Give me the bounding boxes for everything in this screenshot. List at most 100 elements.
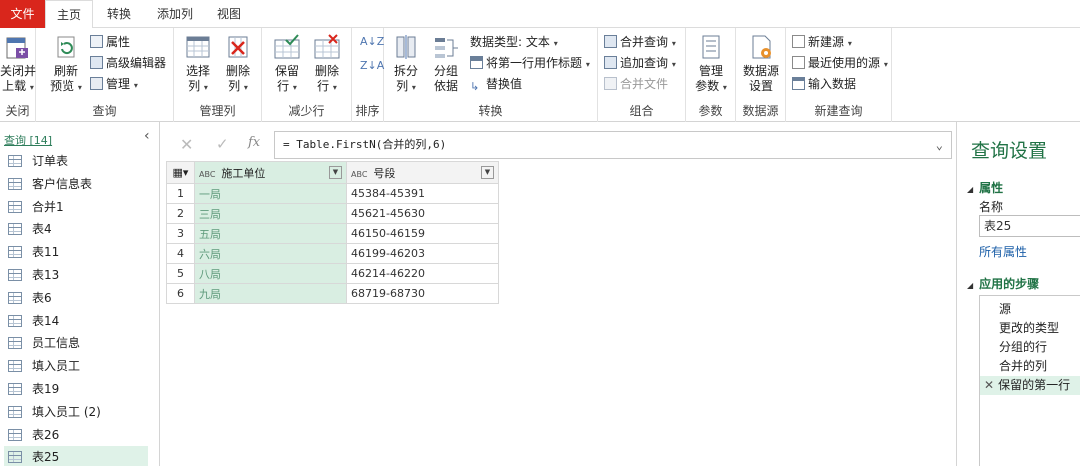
table-row[interactable]: 1 一局 45384-45391 xyxy=(166,183,499,204)
table-icon xyxy=(8,451,22,464)
query-item[interactable]: 填入员工 (2) xyxy=(4,401,148,423)
replace-values-button[interactable]: ↳ 替换值 xyxy=(470,74,522,94)
collapse-chevron-icon[interactable]: ‹ xyxy=(144,128,150,144)
cell-range[interactable]: 68719-68730 xyxy=(346,283,499,304)
formula-input[interactable]: = Table.FirstN(合并的列,6) ⌄ xyxy=(274,131,952,159)
choose-columns-button[interactable]: 选择 列 ▾ xyxy=(180,32,216,95)
applied-step[interactable]: 源 xyxy=(980,300,1080,319)
collapse-triangle-icon[interactable]: ◢ xyxy=(967,185,973,194)
tab-transform[interactable]: 转换 xyxy=(93,0,145,28)
confirm-formula-icon[interactable]: ✓ xyxy=(216,135,229,153)
text-type-icon[interactable]: ABC xyxy=(199,170,215,179)
applied-step[interactable]: 合并的列 xyxy=(980,357,1080,376)
split-column-button[interactable]: 拆分 列 ▾ xyxy=(388,32,424,95)
manage-parameters-button[interactable]: 管理 参数 ▾ xyxy=(690,32,732,95)
tab-file[interactable]: 文件 xyxy=(0,0,45,28)
new-source-button[interactable]: 新建源 ▾ xyxy=(792,32,852,52)
applied-steps-header[interactable]: ◢ 应用的步骤 xyxy=(967,275,1039,292)
row-number[interactable]: 4 xyxy=(166,243,195,264)
remove-rows-button[interactable]: 删除 行 ▾ xyxy=(308,32,346,95)
query-item[interactable]: 表25 xyxy=(4,446,148,466)
cell-unit[interactable]: 五局 xyxy=(194,223,347,244)
applied-step[interactable]: ✕ 保留的第一行 xyxy=(980,376,1080,395)
row-number[interactable]: 2 xyxy=(166,203,195,224)
append-queries-button[interactable]: 追加查询 ▾ xyxy=(604,53,676,73)
expand-formula-chevron-icon[interactable]: ⌄ xyxy=(936,132,943,158)
query-item[interactable]: 表19 xyxy=(4,378,148,400)
query-item-label: 表11 xyxy=(32,245,60,260)
queries-header[interactable]: 查询 [14] xyxy=(4,132,52,148)
query-item[interactable]: 表4 xyxy=(4,218,148,240)
column-header-range[interactable]: ABC 号段 ▼ xyxy=(346,161,499,184)
sort-ascending-button[interactable]: A↓Z xyxy=(360,32,384,52)
cell-unit[interactable]: 六局 xyxy=(194,243,347,264)
sort-descending-button[interactable]: Z↓A xyxy=(360,56,384,76)
use-first-row-button[interactable]: 将第一行用作标题 ▾ xyxy=(470,53,590,73)
cell-range[interactable]: 46199-46203 xyxy=(346,243,499,264)
properties-section-header[interactable]: ◢ 属性 xyxy=(967,179,1003,196)
close-load-button[interactable]: 关闭并 上载 ▾ xyxy=(0,32,36,95)
query-item[interactable]: 表26 xyxy=(4,424,148,446)
query-item[interactable]: 客户信息表 xyxy=(4,173,148,195)
column-header-unit[interactable]: ABC 施工单位 ▼ xyxy=(194,161,347,184)
table-row[interactable]: 5 八局 46214-46220 xyxy=(166,263,499,284)
table-row[interactable]: 2 三局 45621-45630 xyxy=(166,203,499,224)
caret-down-icon: ▾ xyxy=(292,83,297,92)
cell-range[interactable]: 46214-46220 xyxy=(346,263,499,284)
fx-icon[interactable]: fx xyxy=(248,135,260,150)
cell-range[interactable]: 46150-46159 xyxy=(346,223,499,244)
row-number[interactable]: 1 xyxy=(166,183,195,204)
query-name-input[interactable]: 表25 xyxy=(979,215,1080,237)
cancel-formula-icon[interactable]: ✕ xyxy=(180,135,193,154)
group-label-transform: 转换 xyxy=(478,104,503,118)
table-row[interactable]: 3 五局 46150-46159 xyxy=(166,223,499,244)
text-type-icon[interactable]: ABC xyxy=(351,170,367,179)
group-by-button[interactable]: 分组 依据 xyxy=(428,32,464,94)
row-number[interactable]: 5 xyxy=(166,263,195,284)
merge-queries-button[interactable]: 合并查询 ▾ xyxy=(604,32,676,52)
row-number[interactable]: 3 xyxy=(166,223,195,244)
remove-columns-button[interactable]: 删除 列 ▾ xyxy=(220,32,256,95)
keep-rows-button[interactable]: 保留 行 ▾ xyxy=(268,32,306,95)
query-item[interactable]: 表6 xyxy=(4,287,148,309)
filter-dropdown-icon[interactable]: ▼ xyxy=(329,165,342,179)
applied-step[interactable]: 更改的类型 xyxy=(980,319,1080,338)
cell-unit[interactable]: 一局 xyxy=(194,183,347,204)
combine-files-button[interactable]: 合并文件 xyxy=(604,74,668,94)
query-item[interactable]: 表13 xyxy=(4,264,148,286)
table-row[interactable]: 6 九局 68719-68730 xyxy=(166,283,499,304)
refresh-preview-button[interactable]: 刷新 预览 ▾ xyxy=(46,32,86,95)
tab-add-column[interactable]: 添加列 xyxy=(145,0,205,28)
enter-data-button[interactable]: 输入数据 xyxy=(792,74,856,94)
query-item[interactable]: 表11 xyxy=(4,241,148,263)
row-number[interactable]: 6 xyxy=(166,283,195,304)
delete-step-icon[interactable]: ✕ xyxy=(984,378,994,392)
recent-sources-button[interactable]: 最近使用的源 ▾ xyxy=(792,53,888,73)
cell-range[interactable]: 45621-45630 xyxy=(346,203,499,224)
cell-unit[interactable]: 三局 xyxy=(194,203,347,224)
table-row[interactable]: 4 六局 46199-46203 xyxy=(166,243,499,264)
cell-unit[interactable]: 八局 xyxy=(194,263,347,284)
manage-icon xyxy=(90,77,103,90)
tab-view[interactable]: 视图 xyxy=(205,0,253,28)
query-item[interactable]: 员工信息 xyxy=(4,332,148,354)
sort-descending-icon: Z↓A xyxy=(360,59,385,72)
data-type-dropdown[interactable]: 数据类型: 文本 ▾ xyxy=(470,32,558,52)
cell-range[interactable]: 45384-45391 xyxy=(346,183,499,204)
table-menu-icon[interactable]: ▦▾ xyxy=(166,161,195,184)
tab-home[interactable]: 主页 xyxy=(45,0,93,29)
collapse-triangle-icon[interactable]: ◢ xyxy=(967,281,973,290)
query-item[interactable]: 填入员工 xyxy=(4,355,148,377)
query-item[interactable]: 表14 xyxy=(4,310,148,332)
cell-unit[interactable]: 九局 xyxy=(194,283,347,304)
filter-dropdown-icon[interactable]: ▼ xyxy=(481,165,494,179)
query-item[interactable]: 订单表 xyxy=(4,150,148,172)
properties-button[interactable]: 属性 xyxy=(90,32,130,52)
query-item[interactable]: 合并1 xyxy=(4,196,148,218)
group-query: 刷新 预览 ▾ 属性 高级编辑器 管理 ▾ 查询 xyxy=(36,28,174,122)
data-source-settings-button[interactable]: 数据源 设置 xyxy=(738,32,784,94)
advanced-editor-button[interactable]: 高级编辑器 xyxy=(90,53,166,73)
all-properties-link[interactable]: 所有属性 xyxy=(979,243,1027,260)
applied-step[interactable]: 分组的行 xyxy=(980,338,1080,357)
manage-button[interactable]: 管理 ▾ xyxy=(90,74,138,94)
